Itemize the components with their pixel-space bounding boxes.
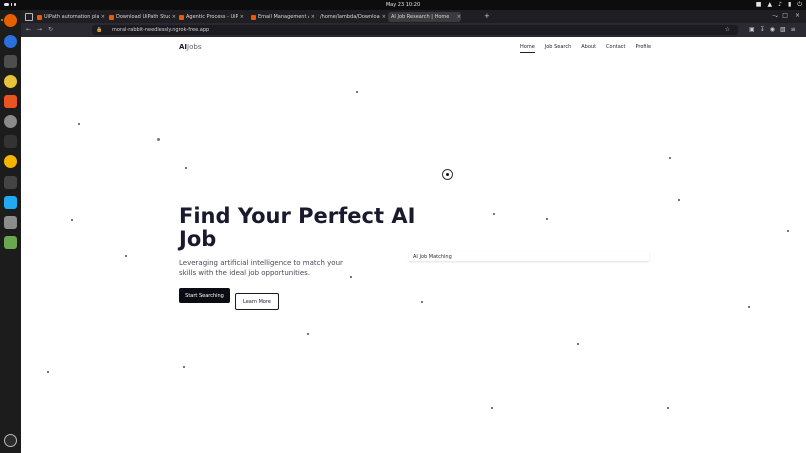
reload-icon[interactable]: ↻ [48,26,53,33]
particle [71,219,73,221]
downloads-icon[interactable]: ↧ [760,26,765,33]
particle [350,276,352,278]
tab-uipath-platform[interactable]: UiPath automation platfo × [37,12,105,22]
tab-download-uipath[interactable]: Download UiPath Studio × [109,12,176,22]
terminal-icon-2[interactable] [4,176,17,189]
particle [78,123,80,125]
browser-tab-strip: UiPath automation platfo × Download UiPa… [21,10,806,23]
volume-icon[interactable]: ♪ [778,1,782,9]
tab-agentic-process[interactable]: Agentic Process - UiPath × [179,12,244,22]
close-tab-icon[interactable]: × [457,14,461,20]
shield-icon[interactable]: ■ [756,1,762,9]
particle [185,167,187,169]
battery-icon[interactable]: ▮ [788,1,791,9]
card-label: AI Job Matching [413,254,452,260]
logo-ai: AI [179,43,188,51]
mouse-cursor-icon [442,169,453,180]
files-icon[interactable] [4,55,17,68]
tab-email-management[interactable]: Email Management Agen × [251,12,315,22]
close-tab-icon[interactable]: × [101,14,105,20]
network-icon[interactable]: ▲ [767,1,772,9]
particle [125,255,127,257]
site-nav: Home Job Search About Contact Profile [520,44,651,53]
dock [0,10,21,453]
toolbar-icons: ▣ ↧ ◉ ▧ ≡ [749,26,796,33]
maximize-icon[interactable]: □ [782,12,788,19]
particle [546,218,548,220]
address-bar[interactable]: 🔒 moral-rabbit-needlessly.ngrok-free.app… [92,25,738,35]
nav-profile[interactable]: Profile [636,44,652,53]
uipath-favicon-icon [109,14,114,20]
particle [307,333,309,335]
extensions-icon[interactable]: ▧ [780,26,786,33]
thunderbird-icon[interactable] [4,35,17,48]
system-top-bar: May 23 10:20 ■ ▲ ♪ ▮ ⏻ [0,0,806,10]
new-tab-button[interactable]: + [484,12,490,20]
nav-contact[interactable]: Contact [606,44,625,53]
close-tab-icon[interactable]: × [172,14,176,20]
uipath-favicon-icon [251,14,256,20]
account-icon[interactable]: ◉ [770,26,775,33]
site-info-icon[interactable]: 🔒 [96,27,102,33]
uipath-favicon-icon [179,14,184,20]
nav-job-search[interactable]: Job Search [545,44,571,53]
ubuntu-icon[interactable] [4,434,17,447]
window-controls: – □ × [772,12,800,19]
particle [787,230,789,232]
running-indicator [1,19,3,21]
particle [678,199,680,201]
close-tab-icon[interactable]: × [382,14,386,20]
tab-downloads-folder[interactable]: /home/lambda/Downloads/ × [320,12,386,22]
particle [421,301,423,303]
trash-icon[interactable] [4,236,17,249]
back-icon[interactable]: ← [26,26,31,33]
particle [669,157,671,159]
particle [183,366,185,368]
close-window-icon[interactable]: × [795,12,800,19]
tab-ai-job-research[interactable]: AI Job Research | Home × [388,12,461,22]
browser-nav-bar: ← → ↻ 🔒 moral-rabbit-needlessly.ngrok-fr… [21,23,806,37]
nav-about[interactable]: About [581,44,596,53]
forward-icon[interactable]: → [37,26,42,33]
system-clock[interactable]: May 23 10:20 [0,2,806,8]
particle [748,306,750,308]
url-text[interactable]: moral-rabbit-needlessly.ngrok-free.app [112,27,209,33]
particle [491,407,493,409]
vscode-icon[interactable] [4,196,17,209]
hero-subtitle: Leveraging artificial intelligence to ma… [179,259,343,277]
particle [667,407,669,409]
close-tab-icon[interactable]: × [311,14,315,20]
system-tray[interactable]: ■ ▲ ♪ ▮ ⏻ [756,1,802,9]
site-logo[interactable]: AIJobs [179,43,201,51]
pocket-icon[interactable]: ▣ [749,26,755,33]
particle [493,213,495,215]
close-tab-icon[interactable]: × [240,14,244,20]
minimize-icon[interactable]: – [772,12,775,19]
firefox-view-icon[interactable] [25,13,33,21]
start-searching-button[interactable]: Start Searching [179,288,230,303]
nav-home[interactable]: Home [520,44,535,53]
settings-icon[interactable] [4,115,17,128]
software-icon[interactable] [4,95,17,108]
particle [47,371,49,373]
rhythmbox-icon[interactable] [4,75,17,88]
logo-jobs: Jobs [187,43,202,51]
ai-job-matching-card: AI Job Matching [409,251,649,261]
chrome-icon[interactable] [4,155,17,168]
text-editor-icon[interactable] [4,216,17,229]
particle [356,91,358,93]
menu-icon[interactable]: ≡ [791,26,796,33]
firefox-icon[interactable] [4,14,17,27]
particle [157,138,160,141]
web-page: AIJobs Home Job Search About Contact Pro… [21,37,806,453]
learn-more-button[interactable]: Learn More [235,293,279,310]
particle [577,343,579,345]
power-icon[interactable]: ⏻ [797,1,802,9]
uipath-favicon-icon [37,14,42,20]
hero-title: Find Your Perfect AI Job [179,204,416,251]
terminal-icon[interactable] [4,135,17,148]
bookmark-star-icon[interactable]: ☆ [725,26,730,33]
